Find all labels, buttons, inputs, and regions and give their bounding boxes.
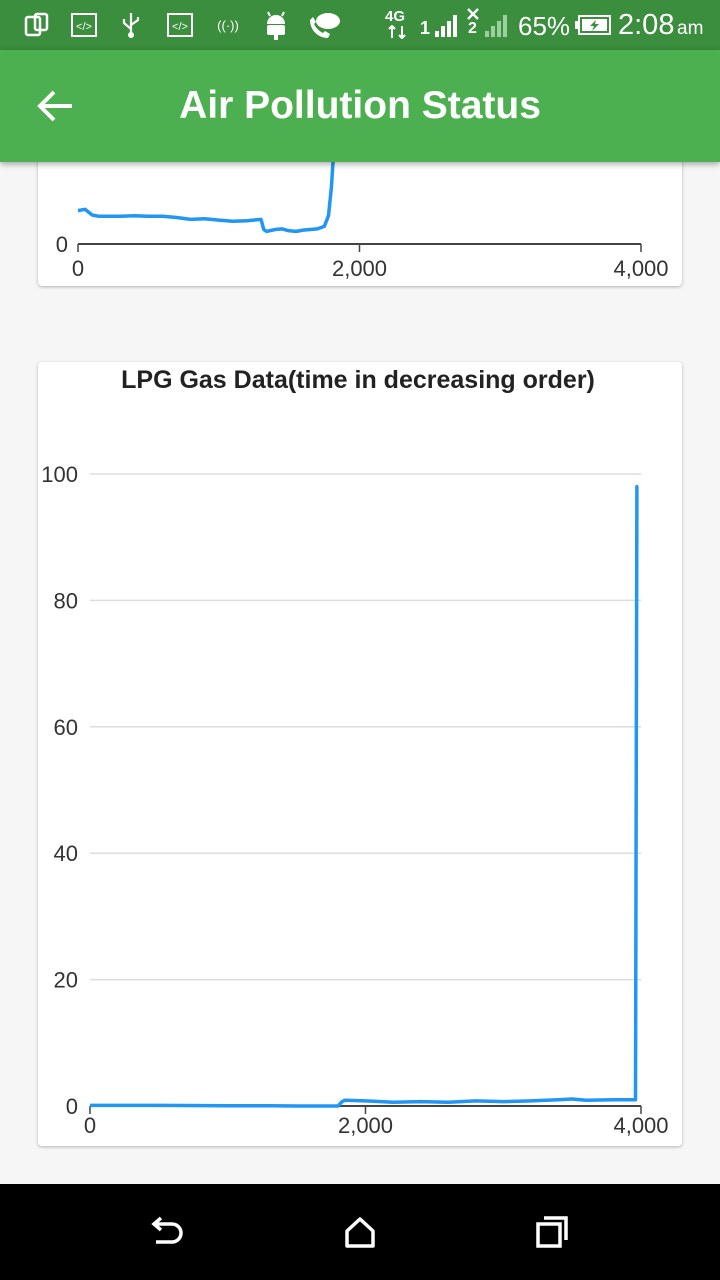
- nav-back-button[interactable]: [136, 1202, 196, 1262]
- chart-title: LPG Gas Data(time in decreasing order): [121, 366, 595, 394]
- sim1-label: 1: [420, 18, 431, 38]
- chart-card-lpg: LPG Gas Data(time in decreasing order) 0…: [38, 362, 682, 1146]
- nav-recents-button[interactable]: [522, 1202, 582, 1262]
- app-bar: Air Pollution Status: [0, 50, 720, 162]
- x-tick-label: 2,000: [332, 256, 387, 281]
- status-bar: </> </> ((·)) 4G 1 2 65% 2:08 am: [0, 0, 720, 50]
- y-tick-label: 40: [54, 841, 78, 866]
- clock-time: 2:08: [618, 9, 675, 41]
- android-icon: [262, 10, 290, 40]
- svg-text:</>: </>: [76, 21, 92, 33]
- hotspot-icon: ((·)): [212, 10, 244, 40]
- x-tick-label: 0: [84, 1113, 96, 1138]
- sim2-label: 2: [468, 20, 477, 37]
- clock-ampm: am: [677, 18, 704, 39]
- data-arrows-icon: [386, 24, 408, 40]
- signal-sim2-icon: [482, 10, 512, 40]
- usb-icon: [118, 10, 144, 40]
- nav-back-icon: [151, 1216, 183, 1244]
- lpg-gas-chart: LPG Gas Data(time in decreasing order) 0…: [41, 366, 668, 1138]
- network-type-label: 4G: [385, 8, 406, 25]
- svg-text:</>: </>: [172, 21, 188, 33]
- signal-sim1-icon: [432, 10, 462, 40]
- battery-charging-icon: [574, 10, 612, 40]
- y-tick-label: 0: [66, 1094, 78, 1119]
- page-title: Air Pollution Status: [179, 84, 541, 127]
- svg-text:((·)): ((·)): [217, 18, 239, 33]
- home-icon: [345, 1217, 375, 1248]
- y-tick-label: 80: [54, 588, 78, 613]
- developer-code-icon-2: </>: [166, 10, 194, 40]
- chat-call-icon: [306, 10, 342, 40]
- y-tick-label: 20: [54, 968, 78, 993]
- developer-code-icon: </>: [70, 10, 98, 40]
- x-tick-label: 4,000: [613, 1113, 668, 1138]
- screen-rotate-icon: [22, 10, 52, 40]
- recents-icon: [536, 1216, 568, 1248]
- battery-percent: 65%: [518, 11, 571, 41]
- y-tick-label: 100: [41, 462, 78, 487]
- x-tick-label: 4,000: [613, 256, 668, 281]
- y-tick-label: 0: [56, 232, 68, 257]
- y-tick-label: 60: [54, 715, 78, 740]
- data-series-line: [90, 484, 639, 1108]
- navigation-bar: [0, 1184, 720, 1280]
- x-tick-label: 2,000: [338, 1113, 393, 1138]
- x-tick-label: 0: [72, 256, 84, 281]
- nav-home-button[interactable]: [330, 1202, 390, 1262]
